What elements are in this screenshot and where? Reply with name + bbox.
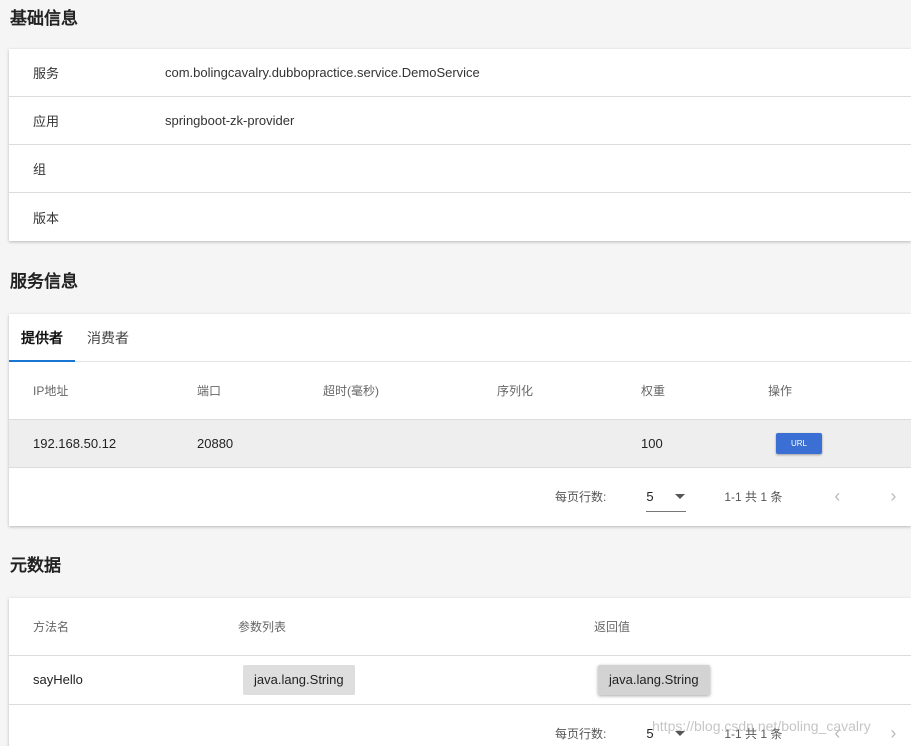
basic-info-title: 基础信息 <box>10 9 78 28</box>
info-row-version: 版本 <box>9 193 911 241</box>
info-row-group: 组 <box>9 145 911 193</box>
info-key: 服务 <box>33 66 60 81</box>
rows-per-page-value: 5 <box>646 488 654 504</box>
column-header-timeout[interactable]: 超时(毫秒) <box>323 362 497 420</box>
providers-pagination: 每页行数: 5 1-1 共 1 条 ‹ › <box>9 468 911 526</box>
column-header-port[interactable]: 端口 <box>197 362 323 420</box>
service-tabs: 提供者 消费者 <box>9 314 911 362</box>
cell-port: 20880 <box>197 419 323 468</box>
cell-timeout <box>323 419 497 468</box>
metadata-table: 方法名 参数列表 返回值 sayHello java.lang.String j… <box>9 598 911 705</box>
cell-method: sayHello <box>33 672 83 687</box>
caret-down-icon <box>675 493 686 499</box>
info-key: 版本 <box>33 210 60 226</box>
info-key: 组 <box>33 162 47 177</box>
param-chip: java.lang.String <box>243 664 355 695</box>
chevron-right-icon[interactable]: › <box>890 723 896 744</box>
basic-info-card: 服务 com.bolingcavalry.dubbopractice.servi… <box>9 49 911 241</box>
watermark: https://blog.csdn.net/boling_cavalry <box>652 718 871 734</box>
table-row: 192.168.50.12 20880 100 URL <box>9 419 911 468</box>
info-value: springboot-zk-provider <box>165 113 295 128</box>
column-header-action: 操作 <box>768 362 911 420</box>
cell-action: URL <box>768 419 911 468</box>
metadata-title: 元数据 <box>10 556 61 575</box>
column-header-serialization[interactable]: 序列化 <box>497 362 641 420</box>
table-row: sayHello java.lang.String java.lang.Stri… <box>9 655 911 704</box>
column-header-method[interactable]: 方法名 <box>9 598 214 656</box>
info-row-service: 服务 com.bolingcavalry.dubbopractice.servi… <box>9 49 911 97</box>
cell-params: java.lang.String <box>214 655 570 704</box>
info-row-application: 应用 springboot-zk-provider <box>9 97 911 145</box>
tab-consumers[interactable]: 消费者 <box>75 314 141 362</box>
chevron-right-icon[interactable]: › <box>890 486 896 507</box>
info-key: 应用 <box>33 114 60 129</box>
page-range: 1-1 共 1 条 <box>724 490 783 504</box>
return-chip: java.lang.String <box>598 664 710 695</box>
rows-per-page-select[interactable]: 5 <box>646 482 687 512</box>
cell-serialization <box>497 419 641 468</box>
tab-providers[interactable]: 提供者 <box>9 314 75 362</box>
cell-weight: 100 <box>641 419 768 468</box>
service-info-card: 提供者 消费者 IP地址 端口 超时(毫秒) 序列化 权重 操作 192.168… <box>9 314 911 526</box>
column-header-return[interactable]: 返回值 <box>570 598 911 656</box>
cell-return: java.lang.String <box>570 655 911 704</box>
cell-ip: 192.168.50.12 <box>9 419 197 468</box>
column-header-params[interactable]: 参数列表 <box>214 598 570 656</box>
info-value: com.bolingcavalry.dubbopractice.service.… <box>165 65 480 80</box>
providers-table: IP地址 端口 超时(毫秒) 序列化 权重 操作 192.168.50.12 2… <box>9 362 911 468</box>
column-header-ip[interactable]: IP地址 <box>9 362 197 420</box>
url-button[interactable]: URL <box>776 432 822 454</box>
rows-per-page-label: 每页行数: <box>555 727 607 741</box>
column-header-weight[interactable]: 权重 <box>641 362 768 420</box>
service-info-title: 服务信息 <box>10 272 78 291</box>
rows-per-page-label: 每页行数: <box>555 490 607 504</box>
chevron-left-icon[interactable]: ‹ <box>834 486 840 507</box>
